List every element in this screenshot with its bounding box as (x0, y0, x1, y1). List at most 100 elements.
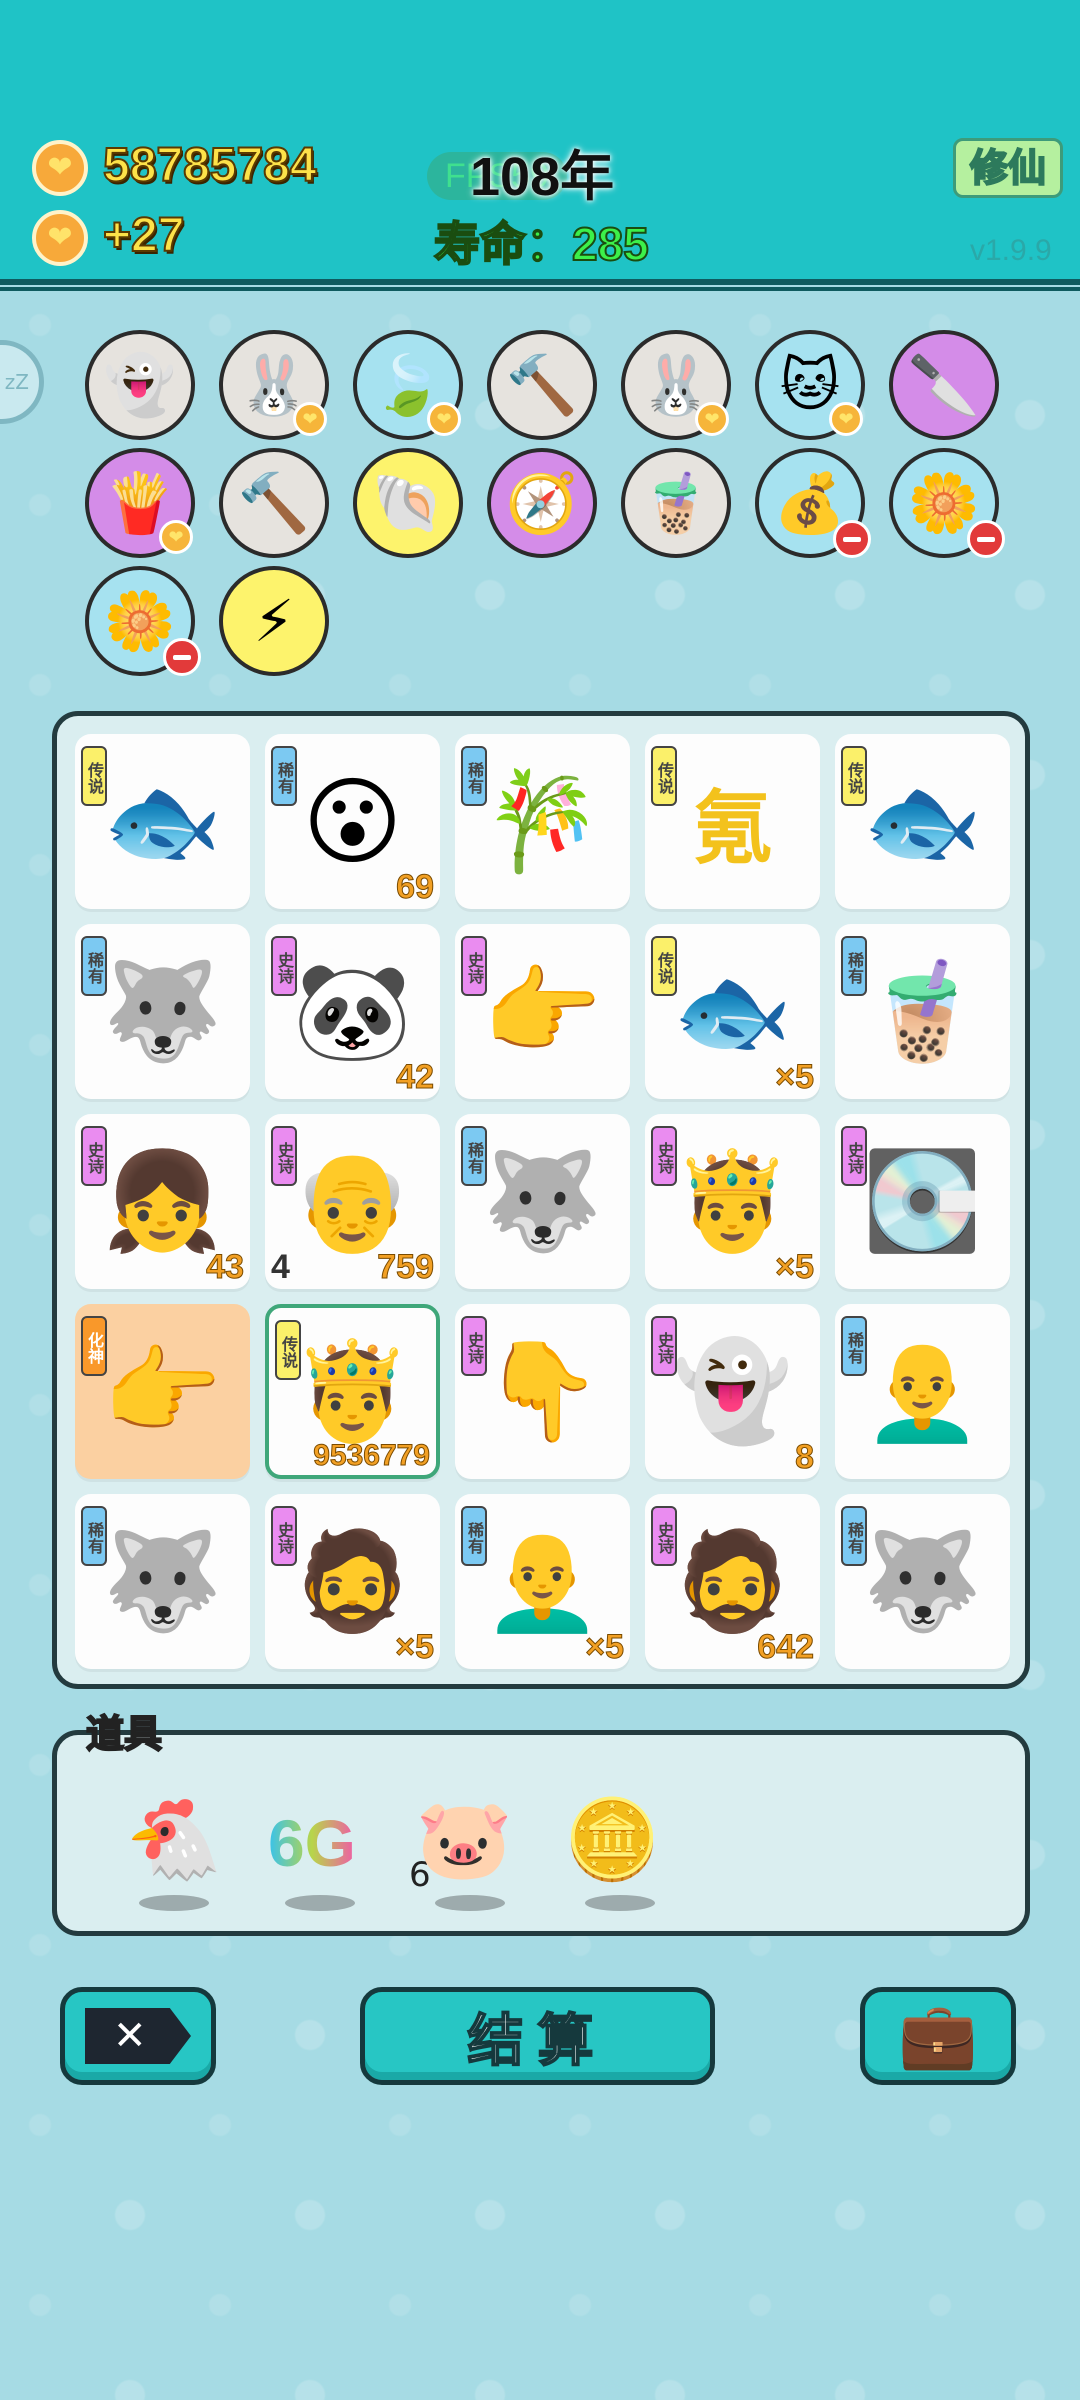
grid-cell-ghost-icon[interactable]: 史诗 👻 8 (645, 1304, 820, 1479)
rarity-tag: 稀有 (841, 1506, 867, 1566)
rarity-tag: 稀有 (841, 936, 867, 996)
grid-cell-king-elder-icon[interactable]: 史诗 🤴 ×5 (645, 1114, 820, 1289)
piggy-bank-icon[interactable]: 🐷 (409, 1785, 519, 1895)
skill-glyph: 🔨 (237, 468, 311, 537)
delete-icon: ✕ (85, 2008, 191, 2064)
grid-cell-bamboo-icon[interactable]: 稀有 🎋 (455, 734, 630, 909)
item-board: 传说 🐟 稀有 😮 69 稀有 🎋 传说氪传说 🐟 稀有 🐺 史诗 🐼 42 史诗 👉 传说 🐟 ×5 稀有 🧋 史诗 👧 4… (52, 711, 1030, 1689)
grid-cell-krypton-char-icon[interactable]: 传说氪 (645, 734, 820, 909)
rarity-tag: 传说 (275, 1320, 301, 1380)
grid-cell-husky-icon[interactable]: 稀有 🐺 (75, 1494, 250, 1669)
6g-label: 6G (267, 1806, 357, 1880)
remove-badge-icon[interactable] (967, 520, 1005, 558)
panda-icon: 🐼 (292, 955, 413, 1067)
rarity-tag: 传说 (841, 746, 867, 806)
item-count: 43 (206, 1248, 245, 1287)
rarity-tag: 史诗 (461, 936, 487, 996)
hammer-icon[interactable]: 🔨 (219, 448, 329, 558)
grid-cell-panda-icon[interactable]: 史诗 🐼 42 (265, 924, 440, 1099)
remove-badge-icon[interactable] (163, 638, 201, 676)
grid-cell-milk-tea-icon[interactable]: 稀有 🧋 (835, 924, 1010, 1099)
money-bag-icon[interactable]: 💰 (755, 448, 871, 558)
cultivate-button[interactable]: 修仙 (953, 138, 1063, 198)
grid-cell-graphics-card-icon[interactable]: 史诗 💽 (835, 1114, 1010, 1289)
grid-cell-golden-king-icon[interactable]: 传说 🤴 9536779 (265, 1304, 440, 1479)
rabbit-icon[interactable]: 🐰 ❤ (219, 330, 329, 440)
coin-total: 58785784 (102, 138, 318, 193)
grid-cell-surprised-boy-icon[interactable]: 稀有 😮 69 (265, 734, 440, 909)
cleaver-icon[interactable]: 🔪 (889, 330, 999, 440)
leaf-icon[interactable]: 🍃 ❤ (353, 330, 463, 440)
grid-cell-bald-man-icon[interactable]: 稀有 👨‍🦲 (835, 1304, 1010, 1479)
rarity-tag: 史诗 (841, 1126, 867, 1186)
rarity-tag: 史诗 (271, 936, 297, 996)
bag-button[interactable]: 💼 (860, 1987, 1016, 2085)
rarity-tag: 史诗 (271, 1506, 297, 1566)
grid-cell-girl-icon[interactable]: 史诗 👧 43 (75, 1114, 250, 1289)
heart-badge-icon: ❤ (829, 402, 863, 436)
rarity-tag: 稀有 (461, 746, 487, 806)
grid-cell-husky-icon[interactable]: 稀有 🐺 (835, 1494, 1010, 1669)
remove-badge-icon[interactable] (833, 520, 871, 558)
flower-pot-icon[interactable]: 🌼 (85, 566, 201, 676)
grid-cell-koi-fish-icon[interactable]: 传说 🐟 ×5 (645, 924, 820, 1099)
ghost-icon[interactable]: 👻 (85, 330, 195, 440)
cat-icon[interactable]: 🐱 ❤ (755, 330, 865, 440)
6g-icon[interactable]: 6G (257, 1785, 367, 1895)
lightning-icon[interactable]: ⚡ (219, 566, 329, 676)
item-level: 4 (271, 1248, 290, 1286)
grid-cell-green-hat-elder-icon[interactable]: 史诗 🧔 642 (645, 1494, 820, 1669)
grid-cell-koi-fish-icon[interactable]: 传说 🐟 (835, 734, 1010, 909)
coin-icon: ❤ (32, 140, 88, 196)
grid-cell-pointing-hand-icon[interactable]: 史诗 👇 (455, 1304, 630, 1479)
props-title: 道具 (85, 1711, 163, 1757)
grid-cell-angry-grandpa-icon[interactable]: 史诗 👴 759 4 (265, 1114, 440, 1289)
chicken-icon[interactable]: 🐔 (119, 1785, 229, 1895)
krypton-char-icon: 氪 (692, 781, 773, 875)
grid-cell-golden-hand-icon[interactable]: 化神 👉 (75, 1304, 250, 1479)
pointing-hand-icon: 👇 (482, 1335, 603, 1447)
green-hat-elder-icon: 🧔 (672, 1525, 793, 1637)
settle-label: 结算 (467, 2008, 608, 2075)
grid-cell-husky-icon[interactable]: 稀有 🐺 (75, 924, 250, 1099)
grid-cell-koi-fish-icon[interactable]: 传说 🐟 (75, 734, 250, 909)
heart-badge-icon: ❤ (293, 402, 327, 436)
item-count: ×5 (395, 1628, 435, 1667)
dollar-coin-icon[interactable]: 🪙 (557, 1785, 667, 1895)
item-count: 759 (377, 1248, 435, 1287)
rarity-tag: 史诗 (461, 1316, 487, 1376)
shell-icon[interactable]: 🐚 (353, 448, 463, 558)
angry-grandpa-icon: 👴 (292, 1145, 413, 1257)
grid-cell-husky-icon[interactable]: 稀有 🐺 (455, 1114, 630, 1289)
hammer-icon[interactable]: 🔨 (487, 330, 597, 440)
compass-icon[interactable]: 🧭 (487, 448, 597, 558)
item-count: 9536779 (313, 1439, 431, 1473)
grid-cell-bald-man-icon[interactable]: 稀有 👨‍🦲 ×5 (455, 1494, 630, 1669)
prop-shadow (285, 1895, 355, 1911)
rarity-tag: 化神 (81, 1316, 107, 1376)
rarity-tag: 传说 (651, 936, 677, 996)
skill-glyph: 🔨 (505, 350, 579, 419)
grid-cell-green-hat-elder-icon[interactable]: 史诗 🧔 ×5 (265, 1494, 440, 1669)
item-count: 42 (396, 1058, 435, 1097)
grid-cell-pointing-hand-icon[interactable]: 史诗 👉 (455, 924, 630, 1099)
bald-man-icon: 👨‍🦲 (482, 1525, 603, 1637)
fries-icon[interactable]: 🍟 ❤ (85, 448, 195, 558)
item-count: 642 (757, 1628, 815, 1667)
skill-glyph: ⚡ (253, 587, 295, 655)
lifespan: 寿命：285 (433, 217, 650, 271)
rarity-tag: 稀有 (271, 746, 297, 806)
rabbit-icon[interactable]: 🐰 ❤ (621, 330, 731, 440)
item-count: 69 (396, 868, 435, 907)
rarity-tag: 传说 (651, 746, 677, 806)
flower-pot-icon[interactable]: 🌼 (889, 448, 1005, 558)
game-year: 108年 (470, 147, 615, 207)
delete-button[interactable]: ✕ (60, 1987, 216, 2085)
milk-tea-icon[interactable]: 🧋 (621, 448, 731, 558)
ghost-icon: 👻 (672, 1335, 793, 1447)
graphics-card-icon: 💽 (862, 1145, 983, 1257)
settle-button[interactable]: 结算 (360, 1987, 715, 2085)
king-elder-icon: 🤴 (672, 1145, 793, 1257)
prop-shadow (585, 1895, 655, 1911)
husky-icon: 🐺 (482, 1145, 603, 1257)
